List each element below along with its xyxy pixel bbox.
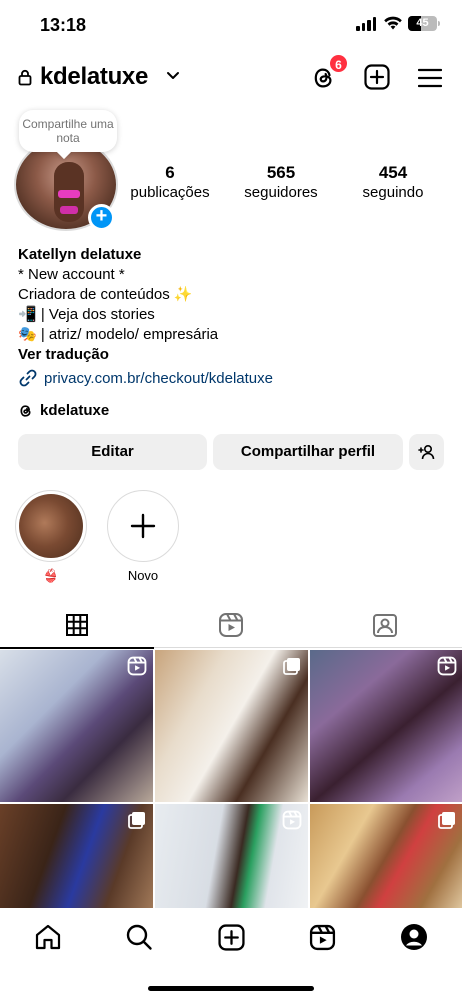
tab-tagged[interactable] bbox=[308, 602, 462, 648]
link-icon bbox=[19, 369, 37, 387]
post-thumbnail[interactable] bbox=[310, 804, 462, 908]
home-icon bbox=[35, 924, 61, 950]
new-highlight-circle bbox=[107, 490, 179, 562]
stat-value: 565 bbox=[266, 163, 296, 182]
battery-level: 45 bbox=[416, 17, 429, 29]
wifi-icon bbox=[384, 16, 402, 30]
nav-reels[interactable] bbox=[307, 922, 337, 952]
profile-bio: Katellyn delatuxe * New account * Criado… bbox=[18, 245, 218, 365]
bio-link[interactable]: privacy.com.br/checkout/kdelatuxe bbox=[18, 368, 273, 388]
carousel-icon bbox=[128, 812, 145, 829]
stat-label: publicações bbox=[130, 184, 210, 201]
status-time: 13:18 bbox=[40, 15, 87, 35]
reels-icon bbox=[219, 613, 243, 637]
note-bubble[interactable]: Compartilhe uma nota bbox=[19, 110, 117, 152]
profile-header: kdelatuxe 6 bbox=[0, 53, 462, 100]
battery-icon: 45 bbox=[408, 16, 437, 31]
stat-followers[interactable]: 565 seguidores bbox=[238, 164, 324, 204]
search-icon bbox=[126, 924, 152, 950]
cellular-signal-icon bbox=[356, 17, 376, 31]
add-story-icon[interactable]: + bbox=[88, 204, 115, 231]
stat-posts[interactable]: 6 publicações bbox=[126, 164, 214, 204]
tab-posts-grid[interactable] bbox=[0, 602, 154, 649]
threads-handle: kdelatuxe bbox=[40, 402, 110, 419]
chevron-down-icon[interactable] bbox=[166, 71, 180, 81]
home-indicator[interactable] bbox=[148, 986, 314, 991]
bio-line: * New account * bbox=[18, 266, 125, 283]
discover-people-button[interactable] bbox=[409, 434, 444, 470]
nav-home[interactable] bbox=[33, 922, 63, 952]
post-thumbnail[interactable] bbox=[155, 804, 308, 908]
new-post-icon[interactable] bbox=[364, 64, 390, 90]
highlight-item[interactable]: 👙 bbox=[15, 490, 87, 584]
stat-label: seguidores bbox=[244, 184, 318, 201]
post-thumbnail[interactable] bbox=[0, 650, 153, 802]
profile-tabs bbox=[0, 602, 462, 649]
notification-badge: 6 bbox=[328, 53, 349, 74]
carousel-icon bbox=[438, 812, 455, 829]
highlight-label: Novo bbox=[127, 568, 159, 583]
post-thumbnail[interactable] bbox=[310, 650, 462, 802]
menu-icon[interactable] bbox=[418, 66, 442, 90]
bio-line: 📲 | Veja dos stories bbox=[18, 306, 155, 323]
reels-icon bbox=[309, 924, 335, 950]
create-icon bbox=[217, 923, 245, 951]
bio-line: Criadora de conteúdos ✨ bbox=[18, 286, 193, 303]
nav-profile[interactable] bbox=[399, 922, 429, 952]
status-bar: 13:18 45 bbox=[0, 0, 462, 52]
bio-link-text[interactable]: privacy.com.br/checkout/kdelatuxe bbox=[44, 370, 273, 387]
bottom-nav bbox=[0, 908, 462, 1000]
display-name: Katellyn delatuxe bbox=[18, 246, 142, 263]
new-highlight-button[interactable]: Novo bbox=[107, 490, 179, 583]
post-thumbnail[interactable] bbox=[0, 804, 153, 908]
stat-value: 454 bbox=[378, 163, 408, 182]
reels-icon bbox=[437, 656, 457, 676]
lock-icon bbox=[18, 69, 32, 86]
nav-create[interactable] bbox=[216, 922, 246, 952]
threads-icon bbox=[20, 404, 31, 417]
grid-icon bbox=[66, 613, 88, 636]
stat-following[interactable]: 454 seguindo bbox=[354, 164, 432, 204]
plus-icon bbox=[130, 513, 156, 539]
threads-profile-link[interactable]: kdelatuxe bbox=[18, 402, 109, 419]
tab-reels[interactable] bbox=[154, 602, 308, 648]
nav-search[interactable] bbox=[124, 922, 154, 952]
bio-line: 🎭 | atriz/ modelo/ empresária bbox=[18, 326, 219, 343]
tagged-icon bbox=[373, 614, 397, 637]
stat-value: 6 bbox=[165, 163, 175, 182]
add-person-icon bbox=[417, 444, 434, 460]
carousel-icon bbox=[283, 658, 300, 675]
stat-label: seguindo bbox=[362, 184, 424, 201]
reels-icon bbox=[282, 810, 302, 830]
username-switcher[interactable]: kdelatuxe bbox=[40, 63, 148, 91]
reels-icon bbox=[127, 656, 147, 676]
highlight-cover bbox=[15, 490, 87, 562]
post-thumbnail[interactable] bbox=[155, 650, 308, 802]
highlight-label: 👙 bbox=[42, 568, 60, 583]
profile-icon bbox=[401, 924, 427, 950]
see-translation-link[interactable]: Ver tradução bbox=[18, 345, 218, 365]
edit-profile-button[interactable]: Editar bbox=[18, 434, 207, 470]
share-profile-button[interactable]: Compartilhar perfil bbox=[213, 434, 403, 470]
